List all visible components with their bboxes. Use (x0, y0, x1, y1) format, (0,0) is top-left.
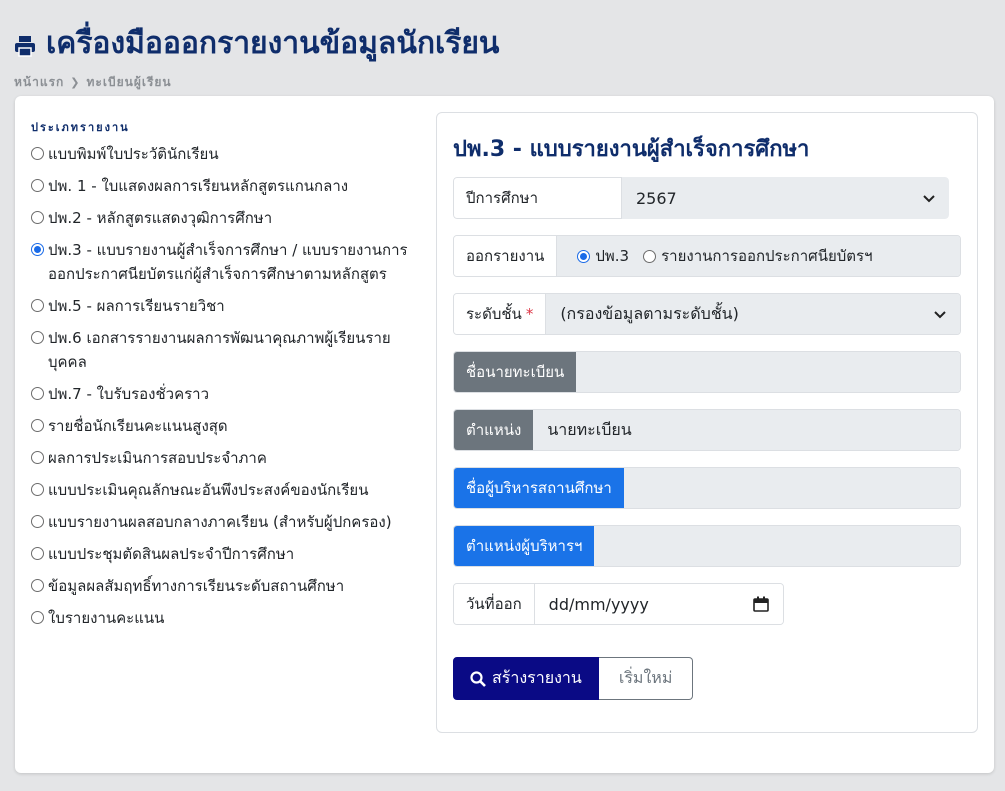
report-type-label: ใบรายงานคะแนน (48, 609, 165, 627)
calendar-icon[interactable] (753, 596, 769, 612)
chevron-down-icon (934, 311, 946, 319)
main-card: ประเภทรายงาน แบบพิมพ์ใบประวัตินักเรียนปพ… (15, 96, 994, 773)
report-type-radio[interactable] (31, 331, 44, 344)
report-type-option[interactable]: ปพ.7 - ใบรับรองชั่วคราว (31, 382, 421, 406)
breadcrumb-current: ทะเบียนผู้เรียน (86, 75, 172, 89)
output-group: ออกรายงาน ปพ.3 รายงานการออกประกาศนียบัตร… (453, 235, 961, 277)
report-type-option[interactable]: แบบประเมินคุณลักษณะอันพึงประสงค์ของนักเร… (31, 478, 421, 502)
year-select-value: 2567 (636, 188, 677, 208)
report-type-label: แบบรายงานผลสอบกลางภาคเรียน (สำหรับผู้ปกค… (48, 513, 392, 531)
position-label: ตำแหน่ง (454, 410, 534, 450)
report-type-option[interactable]: ปพ.2 - หลักสูตรแสดงวุฒิการศึกษา (31, 206, 421, 230)
report-type-label: ปพ.3 - แบบรายงานผู้สำเร็จการศึกษา / แบบร… (48, 241, 408, 283)
chevron-right-icon: ❯ (70, 76, 81, 89)
report-type-option[interactable]: ปพ.3 - แบบรายงานผู้สำเร็จการศึกษา / แบบร… (31, 238, 421, 286)
create-report-button[interactable]: สร้างรายงาน (453, 657, 599, 700)
report-type-label: แบบพิมพ์ใบประวัตินักเรียน (48, 145, 219, 163)
report-type-label: รายชื่อนักเรียนคะแนนสูงสุด (48, 417, 228, 435)
report-type-label: ปพ.5 - ผลการเรียนรายวิชา (48, 297, 225, 315)
report-type-label: ปพ.7 - ใบรับรองชั่วคราว (48, 385, 210, 403)
report-type-radio[interactable] (31, 611, 44, 624)
report-type-radio[interactable] (31, 579, 44, 592)
report-type-option[interactable]: ปพ.6 เอกสารรายงานผลการพัฒนาคุณภาพผู้เรีย… (31, 326, 421, 374)
breadcrumb: หน้าแรก ❯ ทะเบียนผู้เรียน (14, 73, 499, 92)
output-option-pp3[interactable]: ปพ.3 (577, 244, 629, 268)
form-actions: สร้างรายงาน เริ่มใหม่ (453, 657, 694, 700)
report-type-radio[interactable] (31, 515, 44, 528)
required-mark: * (525, 305, 534, 323)
report-type-label: ผลการประเมินการสอบประจำภาค (48, 449, 267, 467)
issue-date-placeholder: dd/mm/yyyy (548, 594, 649, 614)
level-select[interactable]: (กรองข้อมูลตามระดับชั้น) (546, 294, 960, 334)
registrar-name-input[interactable] (576, 352, 960, 392)
year-select[interactable]: 2567 (622, 177, 949, 219)
report-type-radio[interactable] (31, 483, 44, 496)
output-option-pp3-label: ปพ.3 (595, 247, 630, 265)
report-type-option[interactable]: ผลการประเมินการสอบประจำภาค (31, 446, 421, 470)
report-type-option[interactable]: แบบพิมพ์ใบประวัตินักเรียน (31, 142, 421, 166)
report-type-radio[interactable] (31, 299, 44, 312)
issue-date-group: วันที่ออก dd/mm/yyyy (453, 583, 784, 625)
report-type-radio[interactable] (31, 387, 44, 400)
output-option-certificate-label: รายงานการออกประกาศนียบัตรฯ (661, 247, 873, 265)
level-select-value: (กรองข้อมูลตามระดับชั้น) (560, 303, 739, 323)
report-type-option[interactable]: แบบรายงานผลสอบกลางภาคเรียน (สำหรับผู้ปกค… (31, 510, 421, 534)
report-type-radio[interactable] (31, 419, 44, 432)
report-type-radio[interactable] (31, 211, 44, 224)
director-name-input[interactable] (623, 468, 960, 508)
page-title-text: เครื่องมือออกรายงานข้อมูลนักเรียน (46, 26, 500, 61)
level-group: ระดับชั้น * (กรองข้อมูลตามระดับชั้น) (453, 293, 961, 335)
level-label: ระดับชั้น * (454, 294, 547, 334)
report-type-label: แบบประชุมตัดสินผลประจำปีการศึกษา (48, 545, 295, 563)
report-type-label: ข้อมูลผลสัมฤทธิ์ทางการเรียนระดับสถานศึกษ… (48, 577, 345, 595)
position-group: ตำแหน่ง นายทะเบียน (453, 409, 961, 451)
director-position-group: ตำแหน่งผู้บริหารฯ (453, 525, 961, 567)
report-form-panel: ปพ.3 - แบบรายงานผู้สำเร็จการศึกษา ปีการศ… (436, 112, 978, 733)
registrar-name-group: ชื่อนายทะเบียน (453, 351, 961, 393)
report-type-radio[interactable] (31, 547, 44, 560)
level-label-text: ระดับชั้น (466, 305, 522, 323)
output-options: ปพ.3 รายงานการออกประกาศนียบัตรฯ (557, 236, 960, 276)
director-name-label: ชื่อผู้บริหารสถานศึกษา (454, 468, 624, 508)
report-type-radio[interactable] (31, 179, 44, 192)
position-input[interactable]: นายทะเบียน (533, 410, 960, 450)
report-type-label: แบบประเมินคุณลักษณะอันพึงประสงค์ของนักเร… (48, 481, 369, 499)
page-title: เครื่องมือออกรายงานข้อมูลนักเรียน (14, 20, 499, 67)
report-type-label: ปพ.2 - หลักสูตรแสดงวุฒิการศึกษา (48, 209, 273, 227)
report-type-list: ประเภทรายงาน แบบพิมพ์ใบประวัตินักเรียนปพ… (31, 118, 421, 638)
report-type-heading: ประเภทรายงาน (31, 121, 130, 134)
report-type-radio[interactable] (31, 147, 44, 160)
year-label: ปีการศึกษา (453, 177, 622, 219)
output-radio-certificate[interactable] (643, 249, 657, 263)
report-type-option[interactable]: ข้อมูลผลสัมฤทธิ์ทางการเรียนระดับสถานศึกษ… (31, 574, 421, 598)
report-type-option[interactable]: ปพ.5 - ผลการเรียนรายวิชา (31, 294, 421, 318)
page-header: เครื่องมือออกรายงานข้อมูลนักเรียน หน้าแร… (14, 20, 499, 92)
registrar-name-label: ชื่อนายทะเบียน (454, 352, 577, 392)
report-type-option[interactable]: ใบรายงานคะแนน (31, 606, 421, 630)
report-type-option[interactable]: แบบประชุมตัดสินผลประจำปีการศึกษา (31, 542, 421, 566)
breadcrumb-home[interactable]: หน้าแรก (14, 73, 64, 92)
create-report-label: สร้างรายงาน (492, 668, 582, 687)
report-type-label: ปพ.6 เอกสารรายงานผลการพัฒนาคุณภาพผู้เรีย… (48, 329, 391, 371)
year-group: ปีการศึกษา 2567 (453, 177, 949, 219)
report-type-label: ปพ. 1 - ใบแสดงผลการเรียนหลักสูตรแกนกลาง (48, 177, 349, 195)
issue-date-label: วันที่ออก (454, 584, 535, 624)
report-type-option[interactable]: ปพ. 1 - ใบแสดงผลการเรียนหลักสูตรแกนกลาง (31, 174, 421, 198)
chevron-down-icon (923, 195, 935, 203)
output-option-certificate[interactable]: รายงานการออกประกาศนียบัตรฯ (643, 244, 873, 268)
reset-button[interactable]: เริ่มใหม่ (598, 657, 694, 700)
printer-icon (15, 35, 35, 57)
search-icon (470, 670, 486, 687)
director-position-input[interactable] (594, 526, 960, 566)
output-label: ออกรายงาน (454, 236, 558, 276)
issue-date-input[interactable]: dd/mm/yyyy (534, 584, 783, 624)
report-type-radio[interactable] (31, 451, 44, 464)
report-type-option[interactable]: รายชื่อนักเรียนคะแนนสูงสุด (31, 414, 421, 438)
form-title: ปพ.3 - แบบรายงานผู้สำเร็จการศึกษา (453, 137, 810, 162)
director-name-group: ชื่อผู้บริหารสถานศึกษา (453, 467, 961, 509)
director-position-label: ตำแหน่งผู้บริหารฯ (454, 526, 595, 566)
report-type-radio[interactable] (31, 243, 44, 256)
output-radio-pp3[interactable] (577, 249, 591, 263)
